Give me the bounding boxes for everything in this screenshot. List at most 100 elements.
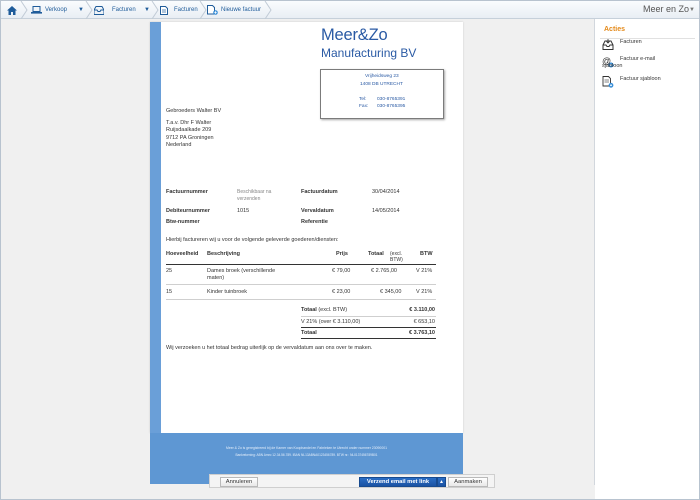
chevron-down-icon[interactable]: ▼	[689, 7, 695, 13]
breadcrumb-separator	[199, 1, 207, 19]
due-date: 14/05/2014	[372, 208, 400, 214]
chevron-down-icon[interactable]: ▼	[78, 7, 84, 13]
breadcrumb-separator	[85, 1, 93, 19]
invoice-number-value: Beschikbaar na	[237, 189, 272, 195]
line-desc: maten)	[207, 275, 225, 281]
customer-line: T.a.v. Dhr F Walter	[166, 119, 212, 126]
customer-line: Ruijsdaalkade 209	[166, 127, 212, 133]
vat-total-amount: € 653,10	[413, 319, 435, 325]
breadcrumb-item-nieuwe-factuur[interactable]: Nieuwe factuur	[207, 1, 261, 19]
reference-label: Referentie	[301, 219, 328, 225]
action-facturen[interactable]: Facturen	[602, 39, 642, 51]
send-options-chevron-icon[interactable]: ▲	[437, 477, 446, 487]
line-desc: Dames broek (verschillende	[207, 268, 276, 274]
grand-total-label: Totaal	[301, 330, 317, 336]
totals-rule	[301, 338, 436, 339]
vat-number-label: Btw-nummer	[166, 219, 200, 225]
breadcrumb-separator	[151, 1, 159, 19]
document-icon	[160, 5, 168, 15]
chevron-down-icon[interactable]: ▼	[144, 7, 150, 13]
breadcrumb-bar: Verkoop ▼ Facturen ▼ Facturen Nieuwe fac…	[1, 1, 699, 19]
totals-rule	[301, 327, 436, 328]
line-total: € 2.765,00	[371, 268, 397, 274]
laptop-icon	[31, 6, 42, 14]
action-factuur-email-sjabloon[interactable]: @ Factuur e-mail sjabloon	[602, 56, 655, 70]
table-header-rule	[166, 264, 436, 265]
invoice-number-label: Factuurnummer	[166, 189, 208, 195]
footer-registration: Meer & Zo is geregistreerd bij de Kamer …	[226, 446, 387, 450]
subtotal-label-bold: Totaal	[301, 307, 317, 313]
breadcrumb-item-facturen-group[interactable]: Facturen	[94, 1, 136, 19]
line-qty: 15	[166, 289, 173, 295]
line-vat: V 21%	[416, 289, 433, 295]
footer-bank: Bankrekening: ABN Amro 12.34.56.789. IBA…	[235, 453, 378, 457]
line-qty: 25	[166, 268, 173, 274]
document-add-icon	[207, 5, 218, 15]
payment-request: Wij verzoeken u het totaal bedrag uiterl…	[166, 345, 373, 351]
vat-total-label: V 21% (over € 3.110,00)	[301, 319, 361, 325]
debtor-number-label: Debiteurnummer	[166, 208, 211, 214]
invoice-date: 30/04/2014	[372, 189, 400, 195]
send-email-button[interactable]: Verzend email met link	[359, 477, 437, 487]
document-gear-icon	[602, 76, 614, 88]
action-label: Factuur sjabloon	[620, 76, 661, 82]
line-total: € 345,00	[380, 289, 402, 295]
breadcrumb-separator	[264, 1, 272, 19]
grand-total-amount: € 3.763,10	[409, 330, 435, 336]
home-icon[interactable]	[7, 1, 17, 19]
company-logo-name: Meer&Zo	[321, 26, 388, 44]
action-label: Facturen	[620, 39, 642, 45]
sender-city: 1408 DB UTRECHT	[360, 82, 403, 87]
invoice-number-value: verzenden	[237, 196, 261, 202]
due-date-label: Vervaldatum	[301, 208, 334, 214]
action-label: Factuur e-mail sjabloon	[602, 56, 656, 70]
breadcrumb-label: Nieuwe factuur	[221, 7, 262, 13]
actions-panel: Acties Facturen @ Factuur e-mail sjabloo…	[596, 19, 699, 499]
action-label-sub: sjabloon	[602, 63, 623, 69]
paper-accent-strip	[150, 22, 161, 433]
adjust-button[interactable]: Aanmaken	[448, 477, 488, 487]
subtotal-label: Totaal (excl. BTW)	[301, 307, 347, 313]
action-factuur-sjabloon[interactable]: Factuur sjabloon	[602, 76, 661, 88]
invoice-preview: Meer&Zo Manufacturing BV Vrijheidsweg 23…	[150, 22, 463, 433]
line-desc: Kinder tuinbroek	[207, 289, 248, 295]
inbox-icon	[602, 39, 614, 51]
col-header-total: Totaal	[368, 251, 384, 257]
sender-tel-label: Tel:	[359, 97, 367, 102]
breadcrumb-label: Verkoop	[45, 7, 68, 13]
breadcrumb-label: Facturen	[174, 7, 198, 13]
breadcrumb-separator	[20, 1, 28, 19]
sender-address-box: Vrijheidsweg 23 1408 DB UTRECHT Tel: 030…	[320, 69, 444, 119]
company-logo-subtitle: Manufacturing BV	[321, 46, 417, 60]
subtotal-amount: € 3.110,00	[409, 307, 435, 313]
sender-street: Vrijheidsweg 23	[365, 74, 399, 79]
sender-fax-label: Fax:	[359, 104, 369, 109]
customer-line: Nederland	[166, 142, 192, 148]
col-header-total-sub: BTW)	[390, 257, 403, 263]
line-price: € 79,00	[332, 268, 351, 274]
breadcrumb-label: Facturen	[112, 7, 136, 13]
breadcrumb-item-verkoop[interactable]: Verkoop	[31, 1, 67, 19]
row-divider	[166, 284, 436, 285]
line-price: € 23,00	[332, 289, 351, 295]
row-divider	[166, 299, 436, 300]
action-label-main: Factuur e-mail	[620, 56, 656, 62]
breadcrumb-item-facturen[interactable]: Facturen	[160, 1, 198, 19]
customer-address: Gebroeders Walter BV T.a.v. Dhr F Walter…	[166, 108, 221, 150]
invoice-intro: Hierbij factureren wij u voor de volgend…	[166, 237, 339, 243]
action-bar: Annuleren Verzend email met link ▲ Aanma…	[209, 474, 495, 488]
actions-title: Acties	[604, 26, 626, 33]
totals-divider	[301, 316, 436, 317]
cancel-button[interactable]: Annuleren	[220, 477, 258, 487]
customer-line: Gebroeders Walter BV	[166, 108, 222, 114]
col-header-desc: Beschrijving	[207, 251, 241, 257]
inbox-icon	[94, 5, 104, 15]
company-switcher[interactable]: Meer en Zo	[643, 4, 689, 14]
col-header-vat: BTW	[420, 251, 433, 257]
subtotal-label-rest: (excl. BTW)	[316, 307, 348, 313]
debtor-number: 1015	[237, 208, 250, 214]
line-vat: V 21%	[416, 268, 433, 274]
customer-line: 9712 PA Groningen	[166, 134, 214, 141]
col-header-qty: Hoeveelheid	[166, 251, 199, 257]
sender-tel: 030-8765391	[377, 97, 406, 102]
